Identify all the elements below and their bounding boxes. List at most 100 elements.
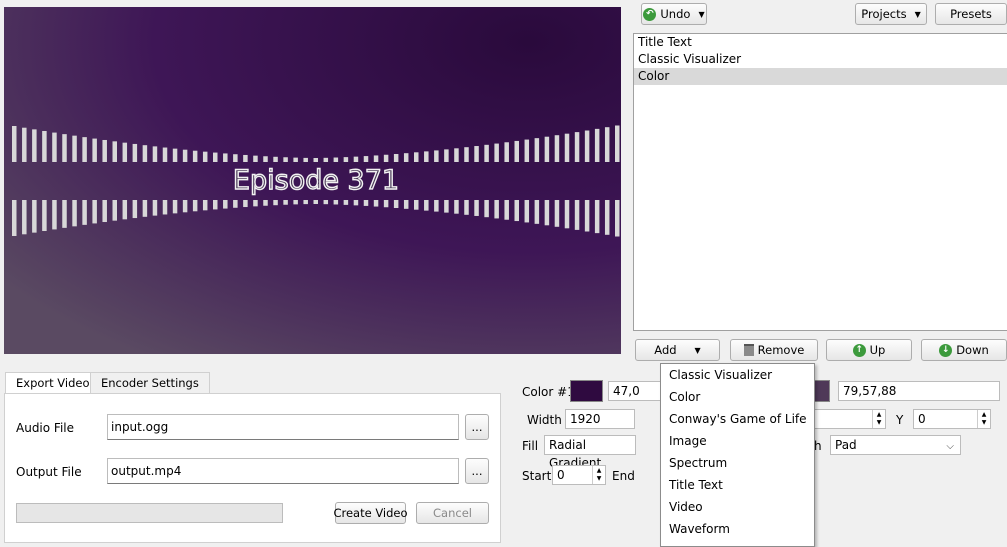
spin-arrows-icon: ▲ ▼ (977, 410, 990, 428)
visualizer-bar (32, 200, 37, 233)
start-spinbox[interactable]: 0 ▲ ▼ (552, 465, 606, 485)
color2-value-input[interactable]: 79,57,88 (838, 381, 1000, 401)
visualizer-bar (12, 126, 17, 162)
layer-item[interactable]: Classic Visualizer (634, 51, 1007, 68)
undo-label: Undo (660, 7, 691, 21)
chevron-down-icon: ▼ (694, 345, 701, 355)
audio-browse-button[interactable]: ... (465, 414, 489, 440)
visualizer-bar (172, 200, 178, 214)
visualizer-bar (32, 129, 37, 162)
menu-item-waveform[interactable]: Waveform (661, 518, 814, 540)
visualizer-bar (414, 152, 419, 162)
visualizer-bar (504, 142, 509, 162)
visualizer-bar (323, 200, 329, 205)
fill-label: Fill (522, 439, 539, 453)
visualizer-bar (414, 200, 419, 210)
visualizer-bar (142, 145, 148, 162)
remove-layer-button[interactable]: Remove (730, 339, 818, 361)
color1-label: Color #1 (522, 385, 575, 399)
chevron-down-icon: ▼ (698, 9, 705, 19)
menu-item-spectrum[interactable]: Spectrum (661, 452, 814, 474)
presets-label: Presets (950, 7, 992, 21)
visualizer-bar (484, 200, 489, 218)
visualizer-bar (343, 200, 349, 205)
visualizer-bar (62, 134, 67, 162)
layer-list[interactable]: Title Text Classic Visualizer Color (633, 33, 1007, 331)
chevron-down-icon: ▼ (914, 9, 921, 19)
visualizer-bar (263, 156, 268, 162)
color1-swatch[interactable] (570, 380, 603, 402)
spread-label: h (814, 439, 822, 453)
visualizer-bar (182, 200, 188, 213)
menu-item-title-text[interactable]: Title Text (661, 474, 814, 496)
projects-button[interactable]: Projects ▼ (855, 3, 927, 25)
remove-label: Remove (757, 343, 805, 357)
visualizer-bar (213, 152, 218, 162)
visualizer-bar (293, 157, 298, 162)
color1-value-input[interactable]: 47,0 (608, 381, 668, 401)
visualizer-bar (544, 136, 550, 162)
visualizer-bar (323, 157, 329, 162)
visualizer-bar (574, 132, 580, 162)
visualizer-bar (594, 200, 600, 234)
spin-arrows-icon: ▲ ▼ (592, 466, 605, 484)
visualizer-bar (444, 149, 449, 162)
visualizer-bar (393, 200, 399, 209)
visualizer-bar (152, 200, 158, 216)
fill-combo[interactable]: Radial Gradient (544, 435, 636, 470)
visualizer-bar (82, 137, 87, 162)
visualizer-bar (192, 150, 198, 162)
output-file-input[interactable]: output.mp4 (107, 458, 459, 484)
visualizer-bar (353, 156, 359, 162)
video-preview: Episode 371 (4, 7, 621, 354)
menu-item-conways-game-of-life[interactable]: Conway's Game of Life (661, 408, 814, 430)
visualizer-bar (363, 200, 369, 206)
preview-canvas: Episode 371 (4, 7, 621, 354)
visualizer-bar (544, 200, 550, 226)
menu-item-image[interactable]: Image (661, 430, 814, 452)
visualizer-bar (72, 135, 77, 162)
spread-combo[interactable]: Pad ⌵ (830, 435, 961, 455)
visualizer-bar (615, 200, 620, 237)
tab-encoder-settings[interactable]: Encoder Settings (90, 372, 210, 394)
cancel-button[interactable]: Cancel (416, 502, 489, 524)
create-video-button[interactable]: Create Video (333, 502, 408, 524)
visualizer-bar (584, 130, 590, 162)
visualizer-bar (464, 200, 469, 215)
visualizer-bar (584, 200, 590, 232)
audio-file-input[interactable]: input.ogg (107, 414, 459, 440)
width-spinbox[interactable]: 1920 (565, 409, 635, 429)
tab-export-video[interactable]: Export Video (5, 372, 101, 394)
visualizer-bar (343, 157, 349, 162)
visualizer-bar (92, 138, 97, 162)
arrow-down-icon: ↓ (939, 343, 953, 357)
add-layer-button[interactable]: Add ▼ (635, 339, 720, 361)
visualizer-bar (313, 157, 318, 162)
output-browse-button[interactable]: ... (465, 458, 489, 484)
menu-item-color[interactable]: Color (661, 386, 814, 408)
layer-item[interactable]: Title Text (634, 34, 1007, 51)
visualizer-bar (283, 200, 288, 205)
visualizer-bar (253, 155, 258, 162)
visualizer-bar (223, 200, 228, 209)
visualizer-bar (263, 200, 268, 206)
move-down-button[interactable]: ↓ Down (921, 339, 1007, 361)
visualizer-bar (494, 143, 499, 162)
menu-item-classic-visualizer[interactable]: Classic Visualizer (661, 364, 814, 386)
add-layer-menu[interactable]: Classic Visualizer Color Conway's Game o… (660, 363, 815, 547)
move-up-button[interactable]: ↑ Up (826, 339, 912, 361)
menu-item-video[interactable]: Video (661, 496, 814, 518)
presets-button[interactable]: Presets (935, 3, 1007, 25)
layer-item-selected[interactable]: Color (634, 68, 1007, 85)
visualizer-bar (373, 200, 379, 207)
visualizer-bar (514, 200, 519, 222)
visualizer-bar (464, 147, 469, 162)
visualizer-bar (554, 200, 560, 227)
visualizer-bar (162, 200, 168, 215)
y-spinbox[interactable]: 0 ▲ ▼ (913, 409, 991, 429)
visualizer-bar (444, 200, 449, 213)
visualizer-bar (303, 157, 308, 162)
undo-button[interactable]: ↶ Undo ▼ (641, 3, 707, 25)
trash-icon (743, 344, 754, 356)
visualizer-bar (202, 200, 208, 211)
